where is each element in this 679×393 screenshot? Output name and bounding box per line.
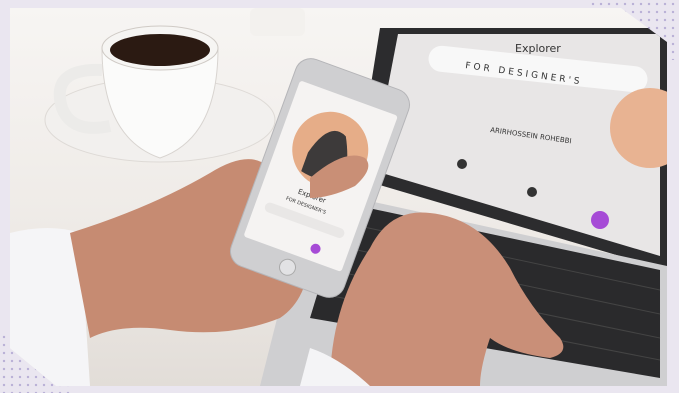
laptop-nav-active <box>591 211 609 229</box>
photo-frame: Explorer FOR DESIGNER'S ARIRHOSSEIN ROHE… <box>0 0 679 393</box>
photo-scene: Explorer FOR DESIGNER'S ARIRHOSSEIN ROHE… <box>10 8 667 386</box>
laptop-title: Explorer <box>515 42 561 55</box>
coffee <box>110 34 210 66</box>
laptop-nav-icon <box>457 159 467 169</box>
product-photo: Explorer FOR DESIGNER'S ARIRHOSSEIN ROHE… <box>10 8 667 386</box>
laptop-nav-icon <box>527 187 537 197</box>
background-pot <box>250 8 305 36</box>
